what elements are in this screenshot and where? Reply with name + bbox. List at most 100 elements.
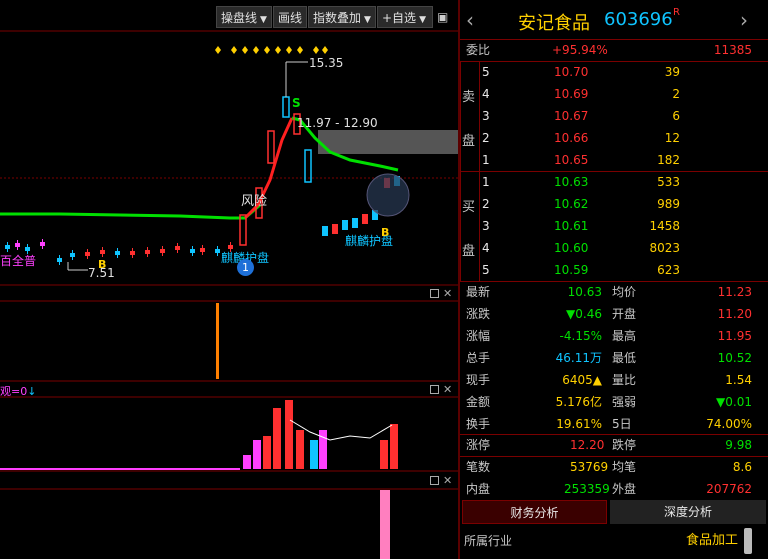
stat-value: 5.176亿 <box>555 395 602 409</box>
sell-level: 1 <box>482 153 490 167</box>
buy-row[interactable]: 2 10.62 989 <box>460 193 768 215</box>
stat-value: 74.00% <box>706 417 752 431</box>
tab-financial[interactable]: 财务分析 <box>462 500 607 524</box>
tab-depth[interactable]: 深度分析 <box>610 500 766 524</box>
sell-level: 4 <box>482 87 490 101</box>
maximize-pane-icon[interactable] <box>430 289 439 298</box>
stock-code: 603696 <box>604 9 673 30</box>
avg-trade-value: 8.6 <box>732 460 752 474</box>
stat-value: 46.11万 <box>555 351 602 365</box>
stat-row: 总手 46.11万 最低 10.52 <box>460 347 768 369</box>
stat-label: 强弱 <box>612 395 637 409</box>
candle <box>304 149 312 183</box>
sell-row[interactable]: 3 10.67 6 <box>460 105 768 127</box>
limit-up-value: 12.20 <box>570 438 605 452</box>
outer-label: 外盘 <box>612 482 637 496</box>
sell-price: 10.65 <box>554 153 589 167</box>
buy-row[interactable]: 5 10.59 623 <box>460 259 768 281</box>
candle <box>362 214 368 224</box>
stat-label: 最高 <box>612 329 637 343</box>
buy-row[interactable]: 1 10.63 533 <box>460 171 768 193</box>
buy-row[interactable]: 3 10.61 1458 <box>460 215 768 237</box>
ma-line-green <box>0 203 261 220</box>
stat-row: 最新 10.63 均价 11.23 <box>460 281 768 303</box>
chevron-left-icon[interactable]: ‹ <box>466 8 474 32</box>
sell-volume: 182 <box>657 153 680 167</box>
buy-price: 10.61 <box>554 219 589 233</box>
indicator-bar <box>216 303 219 379</box>
buy-level: 1 <box>482 175 490 189</box>
maximize-pane-icon[interactable] <box>430 476 439 485</box>
close-pane-icon[interactable]: ✕ <box>443 475 452 486</box>
close-pane-icon[interactable]: ✕ <box>443 288 452 299</box>
indicator-bar <box>390 424 398 469</box>
sell-price: 10.69 <box>554 87 589 101</box>
signal-diamond-icon <box>286 46 292 54</box>
stat-row: 涨跌 ▼0.46 开盘 11.20 <box>460 303 768 325</box>
avg-trade-label: 均笔 <box>612 460 637 474</box>
left-label: 百全普 <box>0 254 37 268</box>
range-label: 11.97 - 12.90 <box>297 116 378 130</box>
add-watchlist-button[interactable]: +自选 ▼ <box>377 6 433 28</box>
maximize-pane-icon[interactable] <box>430 385 439 394</box>
signal-diamond-icon <box>275 46 281 54</box>
indicator-label: 观=0↓ <box>0 383 36 399</box>
stat-label: 涨跌 <box>466 307 491 321</box>
sell-row[interactable]: 5 10.70 39 <box>460 61 768 83</box>
kline-chart-svg[interactable] <box>0 0 458 559</box>
limit-row: 涨停 12.20 跌停 9.98 <box>460 434 768 456</box>
stat-label: 金额 <box>466 395 491 409</box>
chevron-down-icon: ▼ <box>260 15 267 25</box>
pan-line-label: 操盘线 <box>221 11 258 25</box>
inout-row: 内盘 253359 外盘 207762 <box>460 478 768 500</box>
stat-label: 现手 <box>466 373 491 387</box>
limit-down-value: 9.98 <box>725 438 752 452</box>
candle <box>282 96 290 118</box>
sell-row[interactable]: 1 10.65 182 <box>460 149 768 171</box>
indicator-bar <box>285 400 293 469</box>
index-overlay-label: 指数叠加 <box>313 11 362 25</box>
stat-value: ▼0.01 <box>716 395 752 409</box>
buy-row[interactable]: 4 10.60 8023 <box>460 237 768 259</box>
indicator-bar <box>310 440 318 469</box>
draw-line-button[interactable]: 画线 <box>273 6 307 28</box>
stat-label: 量比 <box>612 373 637 387</box>
indicator-bar <box>243 455 251 469</box>
close-pane-icon[interactable]: ✕ <box>443 384 452 395</box>
sell-volume: 2 <box>672 87 680 101</box>
stat-value: 10.63 <box>567 285 602 299</box>
industry-value[interactable]: 食品加工 <box>686 530 738 552</box>
stat-label: 涨幅 <box>466 329 491 343</box>
stock-badge: R <box>673 7 680 18</box>
sell-row[interactable]: 4 10.69 2 <box>460 83 768 105</box>
scrollbar[interactable] <box>744 528 752 554</box>
event-marker-icon[interactable]: 1 <box>237 259 254 276</box>
chevron-right-icon[interactable]: › <box>740 8 748 32</box>
signal-diamond-icon <box>322 46 328 54</box>
buy-level: 5 <box>482 263 490 277</box>
candle <box>342 220 348 230</box>
stat-value: -4.15% <box>559 329 602 343</box>
chevron-down-icon: ▼ <box>364 15 371 25</box>
stat-row: 换手 19.61% 5日 74.00% <box>460 413 768 435</box>
buy-price: 10.60 <box>554 241 589 255</box>
signal-diamond-icon <box>297 46 303 54</box>
signal-diamond-icon <box>242 46 248 54</box>
candle <box>322 226 328 236</box>
sell-price: 10.67 <box>554 109 589 123</box>
stat-label: 总手 <box>466 351 491 365</box>
stat-value: 19.61% <box>556 417 602 431</box>
pan-line-button[interactable]: 操盘线 ▼ <box>216 6 272 28</box>
sell-side-label-2: 盘 <box>462 134 476 149</box>
kline-chart-area[interactable]: 操盘线 ▼ 画线 指数叠加 ▼ +自选 ▼ ▣ ✕ ✕ ✕ 15.35 7.51 11… <box>0 0 458 559</box>
stat-value: 1.54 <box>725 373 752 387</box>
buy-price: 10.62 <box>554 197 589 211</box>
candle <box>332 224 338 234</box>
indicator-bar <box>263 436 271 469</box>
toolbar-more-icon[interactable]: ▣ <box>437 7 455 27</box>
stat-value: 11.95 <box>717 329 752 343</box>
range-band <box>318 130 458 154</box>
sell-row[interactable]: 2 10.66 12 <box>460 127 768 149</box>
index-overlay-button[interactable]: 指数叠加 ▼ <box>308 6 376 28</box>
indicator-arrow-icon: ↓ <box>27 385 37 398</box>
